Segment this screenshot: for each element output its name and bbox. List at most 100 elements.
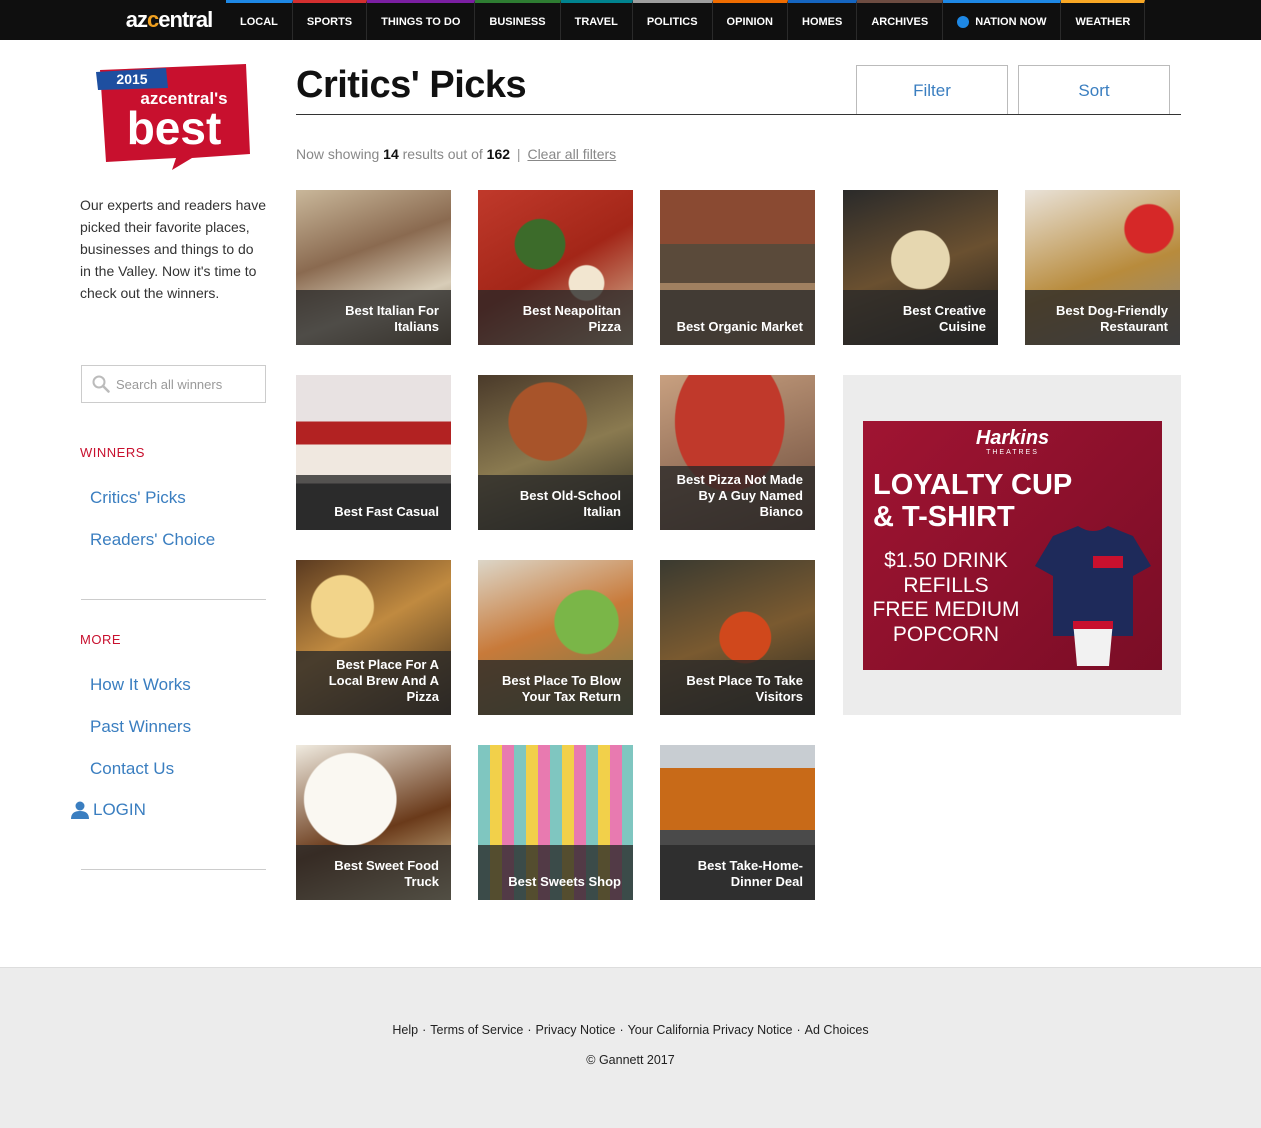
ad-offer-line2: REFILLS: [903, 573, 989, 597]
ad-headline-line1: LOYALTY CUP: [873, 469, 1073, 501]
result-tile-best-take-home-dinner-deal[interactable]: Best Take-Home-Dinner Deal: [660, 745, 815, 900]
ad-offer-line1: $1.50 DRINK: [884, 549, 1008, 572]
more-heading: MORE: [80, 632, 121, 647]
tile-caption: Best Sweets Shop: [478, 845, 633, 900]
footer-link-privacy-notice[interactable]: Privacy Notice: [536, 1023, 616, 1037]
sidebar-link-critics-picks[interactable]: Critics' Picks: [90, 488, 186, 508]
nav-item-label: BUSINESS: [489, 15, 546, 28]
tile-caption: Best Neapolitan Pizza: [478, 290, 633, 345]
result-tile-best-place-to-blow-your-tax-return[interactable]: Best Place To Blow Your Tax Return: [478, 560, 633, 715]
result-tile-best-neapolitan-pizza[interactable]: Best Neapolitan Pizza: [478, 190, 633, 345]
result-tile-best-fast-casual[interactable]: Best Fast Casual: [296, 375, 451, 530]
ad-offer-line4: POPCORN: [892, 622, 1000, 646]
footer-link-your-california-privacy-notice[interactable]: Your California Privacy Notice: [628, 1023, 793, 1037]
footer-separator: ·: [796, 1023, 801, 1037]
nav-item-weather[interactable]: WEATHER: [1061, 0, 1146, 40]
ad-offer-line3: FREE MEDIUM: [872, 598, 1020, 621]
sidebar-link-readers-choice[interactable]: Readers' Choice: [90, 530, 215, 550]
search-icon: [92, 375, 110, 393]
footer-separator: ·: [422, 1023, 427, 1037]
tile-caption: Best Fast Casual: [296, 475, 451, 530]
page-title: Critics' Picks: [296, 64, 527, 106]
search-input[interactable]: [116, 376, 256, 392]
clear-filters-link[interactable]: Clear all filters: [527, 146, 616, 162]
result-tile-best-organic-market[interactable]: Best Organic Market: [660, 190, 815, 345]
tile-caption-text: Best Sweets Shop: [508, 874, 621, 889]
tile-caption: Best Italian For Italians: [296, 290, 451, 345]
nav-items: LOCAL SPORTS THINGS TO DO BUSINESS TRAVEL POL…: [226, 0, 1146, 40]
tile-caption: Best Place For A Local Brew And A Pizza: [296, 651, 451, 715]
tile-caption: Best Place To Blow Your Tax Return: [478, 660, 633, 715]
nav-item-label: TRAVEL: [574, 15, 618, 28]
filter-button[interactable]: Filter: [856, 65, 1008, 115]
nav-item-label: POLITICS: [646, 15, 698, 28]
login-link[interactable]: LOGIN: [70, 800, 146, 820]
nav-item-label: HOMES: [802, 15, 843, 28]
tile-caption-text: Best Place To Take Visitors: [686, 673, 803, 704]
footer-link-help[interactable]: Help: [392, 1023, 418, 1037]
nav-item-archives[interactable]: ARCHIVES: [857, 0, 944, 40]
result-tile-best-creative-cuisine[interactable]: Best Creative Cuisine: [843, 190, 998, 345]
footer-link-ad-choices[interactable]: Ad Choices: [805, 1023, 869, 1037]
azcentral-logo[interactable]: az c entral: [112, 0, 226, 40]
nav-item-label: THINGS TO DO: [381, 15, 461, 28]
tile-caption-text: Best Take-Home-Dinner Deal: [697, 858, 803, 889]
status-middle: results out of: [402, 146, 483, 162]
status-separator: |: [516, 146, 521, 162]
best-2015-logo[interactable]: 2015 azcentral's best: [96, 62, 250, 170]
results-status: Now showing 14 results out of 162 | Clea…: [296, 146, 616, 162]
tile-caption: Best Pizza Not Made By A Guy Named Bianc…: [660, 466, 815, 530]
nav-item-label: ARCHIVES: [871, 15, 929, 28]
ad-headline: LOYALTY CUP & T-SHIRT: [873, 469, 1072, 533]
results-total-count: 162: [486, 146, 511, 162]
brand-text-c: c: [147, 7, 159, 32]
tile-caption-text: Best Italian For Italians: [345, 303, 439, 334]
nav-item-label: SPORTS: [306, 15, 353, 28]
copyright: © Gannett 2017: [586, 1053, 675, 1067]
result-tile-best-old-school-italian[interactable]: Best Old-School Italian: [478, 375, 633, 530]
intro-text: Our experts and readers have picked thei…: [80, 197, 266, 301]
tile-caption-text: Best Organic Market: [676, 319, 803, 334]
nav-item-local[interactable]: LOCAL: [226, 0, 293, 40]
sidebar-link-past-winners[interactable]: Past Winners: [90, 717, 191, 737]
sort-button[interactable]: Sort: [1018, 65, 1170, 115]
nav-item-label: OPINION: [726, 15, 773, 28]
nav-item-politics[interactable]: POLITICS: [632, 0, 713, 40]
result-tile-best-sweets-shop[interactable]: Best Sweets Shop: [478, 745, 633, 900]
sidebar-link-contact-us[interactable]: Contact Us: [90, 759, 174, 779]
result-tile-best-place-to-take-visitors[interactable]: Best Place To Take Visitors: [660, 560, 815, 715]
sidebar-link-how-it-works[interactable]: How It Works: [90, 675, 191, 695]
nav-item-travel[interactable]: TRAVEL: [560, 0, 633, 40]
nav-item-business[interactable]: BUSINESS: [475, 0, 561, 40]
sidebar-divider-bottom: [81, 869, 266, 870]
tile-caption: Best Sweet Food Truck: [296, 845, 451, 900]
nav-item-sports[interactable]: SPORTS: [292, 0, 368, 40]
tile-caption-text: Best Old-School Italian: [519, 488, 621, 519]
result-tile-best-sweet-food-truck[interactable]: Best Sweet Food Truck: [296, 745, 451, 900]
nav-item-opinion[interactable]: OPINION: [712, 0, 788, 40]
result-tile-best-pizza-not-made-by-a-guy-named-bianco[interactable]: Best Pizza Not Made By A Guy Named Bianc…: [660, 375, 815, 530]
tile-caption: Best Old-School Italian: [478, 475, 633, 530]
status-prefix: Now showing: [296, 146, 380, 162]
footer-separator: ·: [527, 1023, 532, 1037]
harkins-ad[interactable]: Harkins THEATRES LOYALTY CUP & T-SHIRT $…: [863, 421, 1162, 670]
tile-caption: Best Organic Market: [660, 290, 815, 345]
brand-text-entral: entral: [158, 7, 213, 32]
results-shown-count: 14: [383, 146, 399, 162]
user-icon: [71, 801, 89, 819]
brand-text-az: az: [125, 7, 148, 32]
nav-item-nation-now[interactable]: NATION NOW: [943, 0, 1062, 40]
login-label: LOGIN: [93, 800, 146, 819]
result-tile-best-italian-for-italians[interactable]: Best Italian For Italians: [296, 190, 451, 345]
top-nav: az c entral LOCAL SPORTS THINGS TO DO BUSINES…: [0, 0, 1261, 40]
result-tile-best-place-for-a-local-brew-and-a-pizza[interactable]: Best Place For A Local Brew And A Pizza: [296, 560, 451, 715]
winners-heading: WINNERS: [80, 445, 145, 460]
search-box[interactable]: [81, 365, 266, 403]
footer-link-terms-of-service[interactable]: Terms of Service: [430, 1023, 523, 1037]
result-tile-best-dog-friendly-restaurant[interactable]: Best Dog-Friendly Restaurant: [1025, 190, 1180, 345]
nav-item-homes[interactable]: HOMES: [788, 0, 858, 40]
tshirt-cup-image: [1035, 526, 1151, 666]
tile-caption: Best Place To Take Visitors: [660, 660, 815, 715]
nav-item-things-to-do[interactable]: THINGS TO DO: [367, 0, 476, 40]
tile-caption: Best Creative Cuisine: [843, 290, 998, 345]
